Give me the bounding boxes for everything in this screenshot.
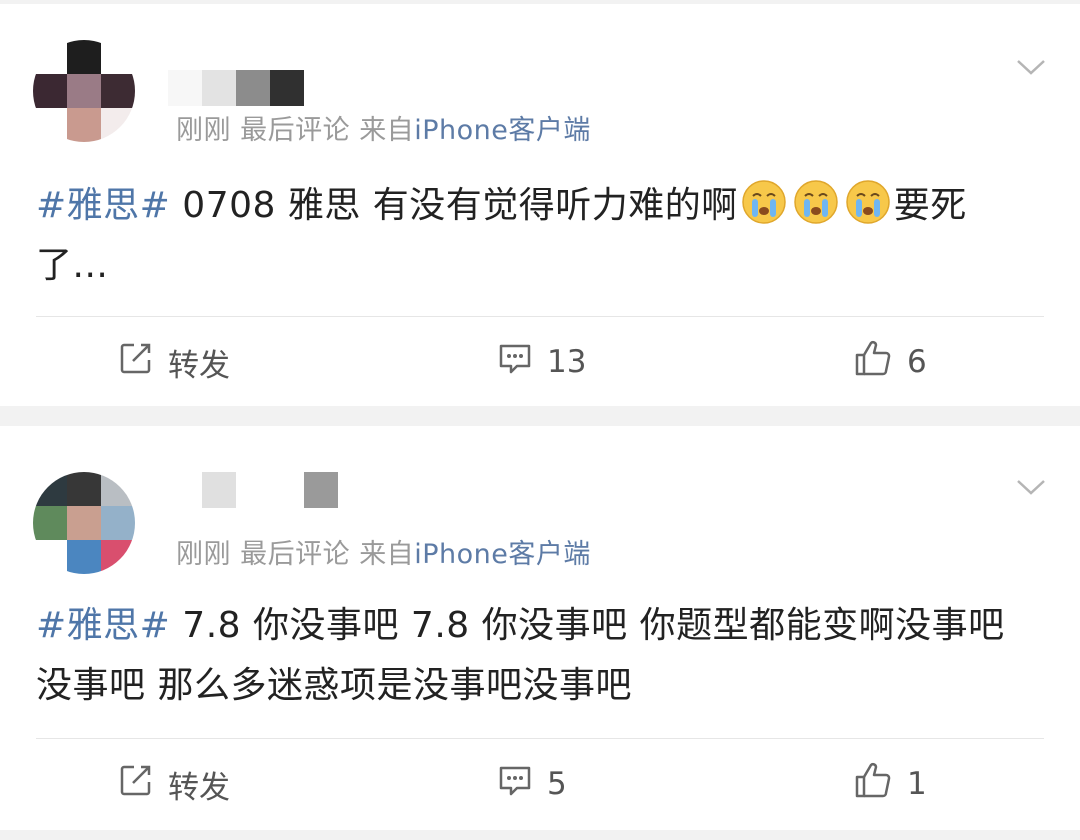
post-card: 刚刚 最后评论 来自iPhone客户端 #雅思# 7.8 你没事吧 7.8 你没… (0, 426, 1080, 830)
post-content: #雅思# 0708 雅思 有没有觉得听力难的啊 要死了... (36, 176, 1036, 296)
source-link[interactable]: iPhone客户端 (414, 539, 591, 570)
crying-face-emoji-icon (741, 179, 787, 225)
post-content: #雅思# 7.8 你没事吧 7.8 你没事吧 你题型都能变啊没事吧没事吧 那么多… (36, 596, 1036, 716)
divider (36, 316, 1044, 317)
edit-share-icon (118, 340, 168, 384)
hashtag-link[interactable]: #雅思# (36, 185, 170, 226)
like-button[interactable]: 1 (853, 752, 927, 816)
comment-bubble-icon (497, 340, 547, 384)
edit-share-icon (118, 762, 168, 806)
weibo-feed: 刚刚 最后评论 来自iPhone客户端 #雅思# 0708 雅思 有没有觉得听力… (0, 0, 1080, 840)
thumbs-up-icon (853, 760, 907, 808)
post-time: 刚刚 (176, 115, 231, 146)
action-bar: 转发 5 1 (0, 752, 1080, 816)
crying-face-emoji-icon (845, 179, 891, 225)
username-masked[interactable] (168, 472, 338, 508)
repost-label: 转发 (168, 347, 230, 384)
post-meta-action: 最后评论 (240, 115, 351, 146)
comment-count: 5 (547, 766, 567, 802)
comment-button[interactable]: 13 (497, 330, 586, 394)
crying-face-emoji-icon (793, 179, 839, 225)
source-prefix: 来自 (359, 539, 415, 570)
avatar[interactable] (33, 40, 135, 142)
source-link[interactable]: iPhone客户端 (414, 115, 591, 146)
repost-button[interactable]: 转发 (118, 330, 230, 394)
post-time: 刚刚 (176, 539, 231, 570)
source-prefix: 来自 (359, 115, 415, 146)
like-count: 6 (907, 344, 927, 380)
repost-label: 转发 (168, 769, 230, 806)
post-text: 7.8 你没事吧 7.8 你没事吧 你题型都能变啊没事吧没事吧 那么多迷惑项是没… (36, 605, 1005, 706)
hashtag-link[interactable]: #雅思# (36, 605, 170, 646)
post-card: 刚刚 最后评论 来自iPhone客户端 #雅思# 0708 雅思 有没有觉得听力… (0, 4, 1080, 406)
divider (36, 738, 1044, 739)
thumbs-up-icon (853, 338, 907, 386)
avatar[interactable] (33, 472, 135, 574)
post-text: 0708 雅思 有没有觉得听力难的啊 (170, 185, 738, 226)
username-masked[interactable] (168, 70, 338, 106)
post-meta: 刚刚 最后评论 来自iPhone客户端 (176, 532, 591, 571)
post-meta: 刚刚 最后评论 来自iPhone客户端 (176, 108, 591, 147)
comment-count: 13 (547, 344, 587, 380)
post-meta-action: 最后评论 (240, 539, 351, 570)
chevron-down-icon[interactable] (1016, 52, 1046, 82)
like-button[interactable]: 6 (853, 330, 927, 394)
chevron-down-icon[interactable] (1016, 472, 1046, 502)
comment-bubble-icon (497, 762, 547, 806)
like-count: 1 (907, 766, 927, 802)
comment-button[interactable]: 5 (497, 752, 567, 816)
repost-button[interactable]: 转发 (118, 752, 230, 816)
action-bar: 转发 13 6 (0, 330, 1080, 394)
